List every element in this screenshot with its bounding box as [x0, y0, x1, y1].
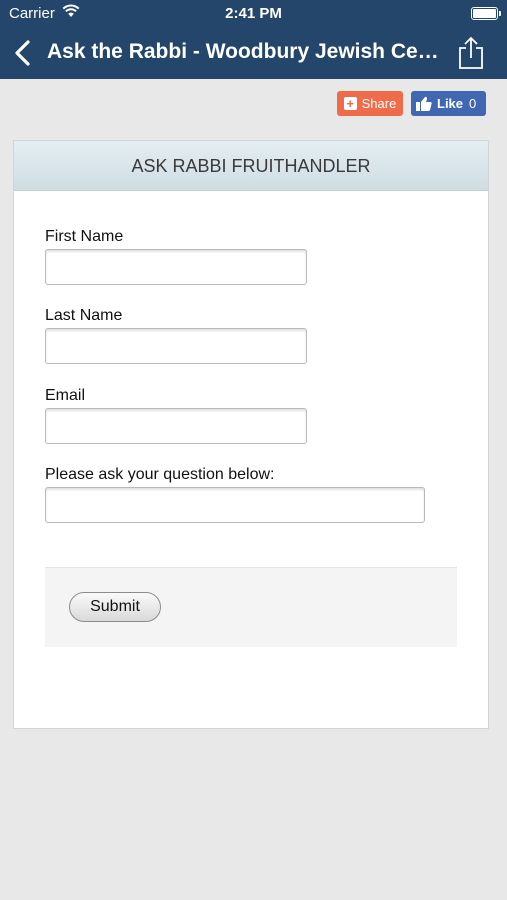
ask-rabbi-form-card: ASK RABBI FRUITHANDLER First Name Last N… [13, 140, 489, 729]
last-name-label: Last Name [45, 307, 123, 324]
facebook-like-button[interactable]: Like 0 [411, 91, 486, 116]
submit-area: Submit [45, 567, 457, 647]
battery-icon [471, 7, 501, 20]
nav-title: Ask the Rabbi - Woodbury Jewish Center [47, 40, 442, 63]
thumbs-up-icon [416, 96, 432, 111]
first-name-label: First Name [45, 228, 124, 245]
status-bar: Carrier 2:41 PM [0, 0, 507, 28]
email-label: Email [45, 387, 86, 404]
nav-bar: Ask the Rabbi - Woodbury Jewish Center [0, 28, 507, 79]
clock: 2:41 PM [225, 5, 282, 22]
share-icon[interactable] [457, 36, 485, 70]
top-bar: Carrier 2:41 PM Ask the Rabbi - Woodbury… [0, 0, 507, 79]
submit-button[interactable]: Submit [69, 592, 161, 622]
first-name-input[interactable] [45, 249, 307, 285]
question-label: Please ask your question below: [45, 466, 275, 483]
form-header: ASK RABBI FRUITHANDLER [14, 141, 488, 191]
last-name-input[interactable] [45, 328, 307, 364]
question-input[interactable] [45, 487, 425, 523]
back-arrow-icon[interactable] [12, 39, 36, 67]
share-button[interactable]: + Share [337, 91, 403, 116]
email-input[interactable] [45, 408, 307, 444]
like-count: 0 [469, 96, 477, 111]
share-label: Share [361, 96, 397, 111]
plus-icon: + [343, 97, 357, 110]
like-label: Like [437, 96, 464, 111]
